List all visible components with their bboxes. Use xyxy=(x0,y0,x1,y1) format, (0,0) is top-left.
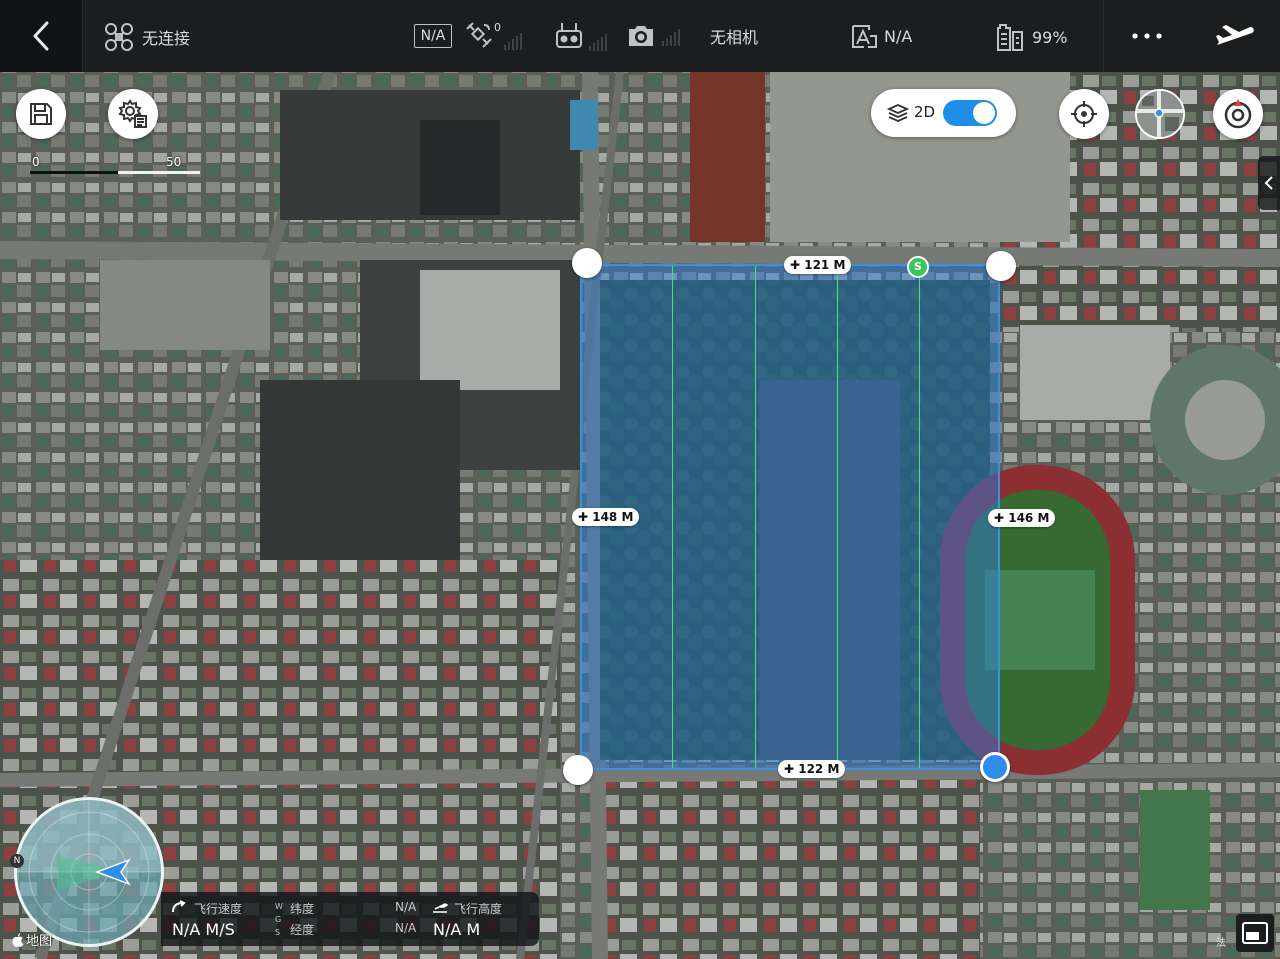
more-dots-icon xyxy=(1132,33,1162,39)
map-mode-label: 2D xyxy=(914,103,936,121)
side-panel-toggle[interactable] xyxy=(1258,156,1280,210)
longitude-label: 经度 xyxy=(290,923,315,937)
flight-lane xyxy=(755,266,756,768)
more-button[interactable] xyxy=(1103,0,1190,72)
battery-icon xyxy=(997,24,1023,51)
airplane-icon xyxy=(1215,25,1254,45)
altitude-label: 飞行高度 xyxy=(454,902,503,916)
gps-signal[interactable]: 0 xyxy=(464,20,524,50)
maps-label: 地图 xyxy=(26,934,53,949)
map-mode-switch[interactable]: 2D xyxy=(871,89,1016,137)
latitude-value: N/A xyxy=(395,900,417,914)
back-button[interactable] xyxy=(0,0,83,72)
drone-icon xyxy=(105,23,133,51)
speed-value: N/A M/S xyxy=(172,920,235,939)
apple-logo-icon xyxy=(12,932,24,947)
scale-start: 0 xyxy=(32,155,40,169)
speed-label: 飞行速度 xyxy=(194,902,243,916)
camera-status-text: 无相机 xyxy=(710,28,759,47)
altitude-value: N/A M xyxy=(433,920,481,939)
flight-lane xyxy=(837,266,838,768)
corner-handle-bottom-left[interactable] xyxy=(563,755,593,785)
coordinate-system: WGS xyxy=(275,902,283,937)
maps-attribution: 地图 xyxy=(12,930,52,949)
camera-status[interactable]: 无相机 xyxy=(626,22,758,50)
rc-signal-bars xyxy=(589,32,609,51)
chevron-left-icon xyxy=(33,21,49,51)
top-edge-length[interactable]: ✚ 121 M xyxy=(784,256,852,274)
storage-status: N/A xyxy=(850,22,912,50)
picture-in-picture-button[interactable] xyxy=(1236,914,1274,952)
takeoff-button[interactable] xyxy=(1189,0,1280,72)
map-type-button[interactable] xyxy=(1135,89,1185,139)
bottom-edge-length[interactable]: ✚ 122 M xyxy=(778,760,846,778)
crosshair-icon xyxy=(1071,101,1097,127)
chevron-left-icon xyxy=(1264,176,1273,190)
mini-map-icon xyxy=(1137,91,1183,137)
scale-end: 50 xyxy=(166,155,182,169)
save-icon xyxy=(30,103,52,125)
battery-percent: 99% xyxy=(1032,27,1068,47)
north-indicator: N xyxy=(10,854,24,868)
aircraft-connection[interactable]: 无连接 xyxy=(104,22,190,52)
speed-icon xyxy=(172,900,186,913)
altitude-icon xyxy=(433,903,448,913)
gps-signal-bars xyxy=(504,31,524,50)
locate-aircraft-button[interactable] xyxy=(1059,89,1109,139)
map-mode-toggle[interactable] xyxy=(943,100,997,126)
layers-icon xyxy=(887,104,909,122)
connection-status: 无连接 xyxy=(142,29,191,48)
satellite-icon xyxy=(466,22,492,48)
mission-settings-button[interactable] xyxy=(108,89,158,139)
camera-icon xyxy=(629,26,653,46)
telemetry-panel: 飞行速度 N/A M/S WGS 纬度 经度 N/A N/A 飞行高度 N/A … xyxy=(161,892,539,946)
top-status-bar: 无连接 N/A 0 无相机 N/A 99% xyxy=(0,0,1280,72)
radar-rings xyxy=(17,800,161,944)
satellite-count: 0 xyxy=(494,21,501,34)
save-mission-button[interactable] xyxy=(16,89,66,139)
compass-icon xyxy=(1224,99,1252,129)
right-edge-length[interactable]: ✚ 146 M xyxy=(988,509,1056,527)
storage-icon xyxy=(852,25,877,48)
survey-area-polygon[interactable] xyxy=(580,264,1000,770)
corner-handle-bottom-right[interactable] xyxy=(980,752,1010,782)
flight-lane xyxy=(672,266,673,768)
compass-orientation-button[interactable] xyxy=(1213,89,1263,139)
gps-mode-badge: N/A xyxy=(414,24,452,48)
storage-value: N/A xyxy=(884,26,913,46)
flight-lane xyxy=(919,266,920,768)
battery-status[interactable]: 99% xyxy=(996,22,1068,52)
remote-controller-signal[interactable] xyxy=(555,21,609,51)
left-edge-length[interactable]: ✚ 148 M xyxy=(572,508,640,526)
attitude-radar xyxy=(14,797,164,947)
gear-icon xyxy=(118,99,147,128)
remote-controller-icon xyxy=(556,23,582,48)
pip-icon xyxy=(1242,922,1268,944)
corner-handle-top-left[interactable] xyxy=(572,248,602,278)
camera-signal-bars xyxy=(662,27,682,46)
longitude-value: N/A xyxy=(395,921,417,935)
start-point-marker[interactable]: S xyxy=(907,256,929,278)
latitude-label: 纬度 xyxy=(290,902,315,916)
legal-link[interactable]: 法 xyxy=(1216,934,1226,949)
corner-handle-top-right[interactable] xyxy=(986,251,1016,281)
